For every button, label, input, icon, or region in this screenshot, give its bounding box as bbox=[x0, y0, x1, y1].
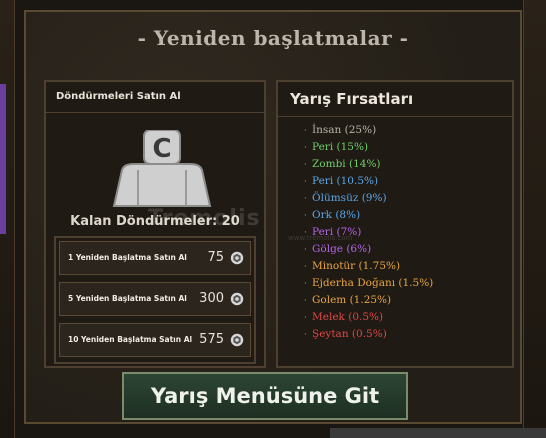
race-chance-text: Ork (8%) bbox=[312, 209, 361, 221]
buy-spins-panel: Döndürmeleri Satın Al C Kalan Döndürmele… bbox=[44, 80, 266, 368]
coin-icon bbox=[230, 251, 244, 265]
race-chance-text: Peri (15%) bbox=[312, 141, 369, 153]
race-chance-item: · Ejderha Doğanı (1.5%) bbox=[304, 277, 433, 294]
character-silhouette-icon: C bbox=[112, 130, 212, 207]
race-chance-text: Minotür (1.75%) bbox=[312, 260, 401, 272]
buy-1-reroll-button[interactable]: 1 Yeniden Başlatma Satın Al 75 bbox=[59, 241, 251, 275]
race-chance-item: · Melek (0.5%) bbox=[304, 311, 433, 328]
race-chance-item: · Zombi (14%) bbox=[304, 158, 433, 175]
race-chance-text: Şeytan (0.5%) bbox=[312, 328, 387, 340]
race-chance-item: · Gölge (6%) bbox=[304, 243, 433, 260]
bullet-icon: · bbox=[304, 330, 307, 340]
left-side-panel bbox=[0, 0, 15, 438]
remaining-spins-text: Kalan Döndürmeler: 20 bbox=[70, 214, 240, 229]
buy-option-price: 575 bbox=[199, 332, 224, 347]
bullet-icon: · bbox=[304, 296, 307, 306]
bullet-icon: · bbox=[304, 245, 307, 255]
buy-option-price: 75 bbox=[207, 250, 224, 265]
race-chance-text: Ölümsüz (9%) bbox=[312, 192, 387, 204]
race-chance-item: · Peri (10.5%) bbox=[304, 175, 433, 192]
bullet-icon: · bbox=[304, 177, 307, 187]
buy-10-rerolls-button[interactable]: 10 Yeniden Başlatma Satın Al 575 bbox=[59, 323, 251, 357]
buy-options-list: 1 Yeniden Başlatma Satın Al 75 5 Yeniden… bbox=[54, 236, 256, 364]
race-chance-item: · Peri (15%) bbox=[304, 141, 433, 158]
race-chances-panel: Yarış Fırsatları · İnsan (25%) · Peri (15%)… bbox=[276, 80, 514, 368]
buy-option-label: 1 Yeniden Başlatma Satın Al bbox=[68, 253, 187, 262]
bullet-icon: · bbox=[304, 194, 307, 204]
race-chance-item: · Minotür (1.75%) bbox=[304, 260, 433, 277]
race-chance-text: İnsan (25%) bbox=[312, 124, 377, 136]
bullet-icon: · bbox=[304, 143, 307, 153]
bullet-icon: · bbox=[304, 211, 307, 221]
race-chances-heading: Yarış Fırsatları bbox=[278, 82, 512, 117]
race-chance-text: Zombi (14%) bbox=[312, 158, 381, 170]
go-to-race-menu-button[interactable]: Yarış Menüsüne Git bbox=[122, 372, 408, 420]
race-chance-item: · Şeytan (0.5%) bbox=[304, 328, 433, 345]
race-chance-item: · Golem (1.25%) bbox=[304, 294, 433, 311]
race-chance-text: Ejderha Doğanı (1.5%) bbox=[312, 277, 434, 289]
race-chance-item: · Ölümsüz (9%) bbox=[304, 192, 433, 209]
buy-option-label: 10 Yeniden Başlatma Satın Al bbox=[68, 335, 193, 344]
left-accent-bar bbox=[0, 84, 6, 234]
buy-option-label: 5 Yeniden Başlatma Satın Al bbox=[68, 294, 187, 303]
race-chance-text: Melek (0.5%) bbox=[312, 311, 384, 323]
watermark-subtext: www.tremolis.com bbox=[288, 234, 353, 242]
race-chance-text: Gölge (6%) bbox=[312, 243, 372, 255]
bullet-icon: · bbox=[304, 279, 307, 289]
coin-icon bbox=[230, 292, 244, 306]
race-chance-item: · Ork (8%) bbox=[304, 209, 433, 226]
right-side-panel bbox=[523, 0, 546, 438]
buy-option-price: 300 bbox=[199, 291, 224, 306]
bullet-icon: · bbox=[304, 160, 307, 170]
bullet-icon: · bbox=[304, 262, 307, 272]
coin-icon bbox=[230, 333, 244, 347]
window-title: - Yeniden başlatmalar - bbox=[137, 26, 409, 50]
bottom-strip bbox=[330, 428, 546, 438]
race-chance-item: · İnsan (25%) bbox=[304, 124, 433, 141]
avatar-letter: C bbox=[152, 134, 171, 164]
buy-5-rerolls-button[interactable]: 5 Yeniden Başlatma Satın Al 300 bbox=[59, 282, 251, 316]
buy-spins-heading: Döndürmeleri Satın Al bbox=[46, 82, 264, 113]
bullet-icon: · bbox=[304, 313, 307, 323]
bullet-icon: · bbox=[304, 126, 307, 136]
race-chance-text: Peri (10.5%) bbox=[312, 175, 379, 187]
race-chance-text: Golem (1.25%) bbox=[312, 294, 392, 306]
